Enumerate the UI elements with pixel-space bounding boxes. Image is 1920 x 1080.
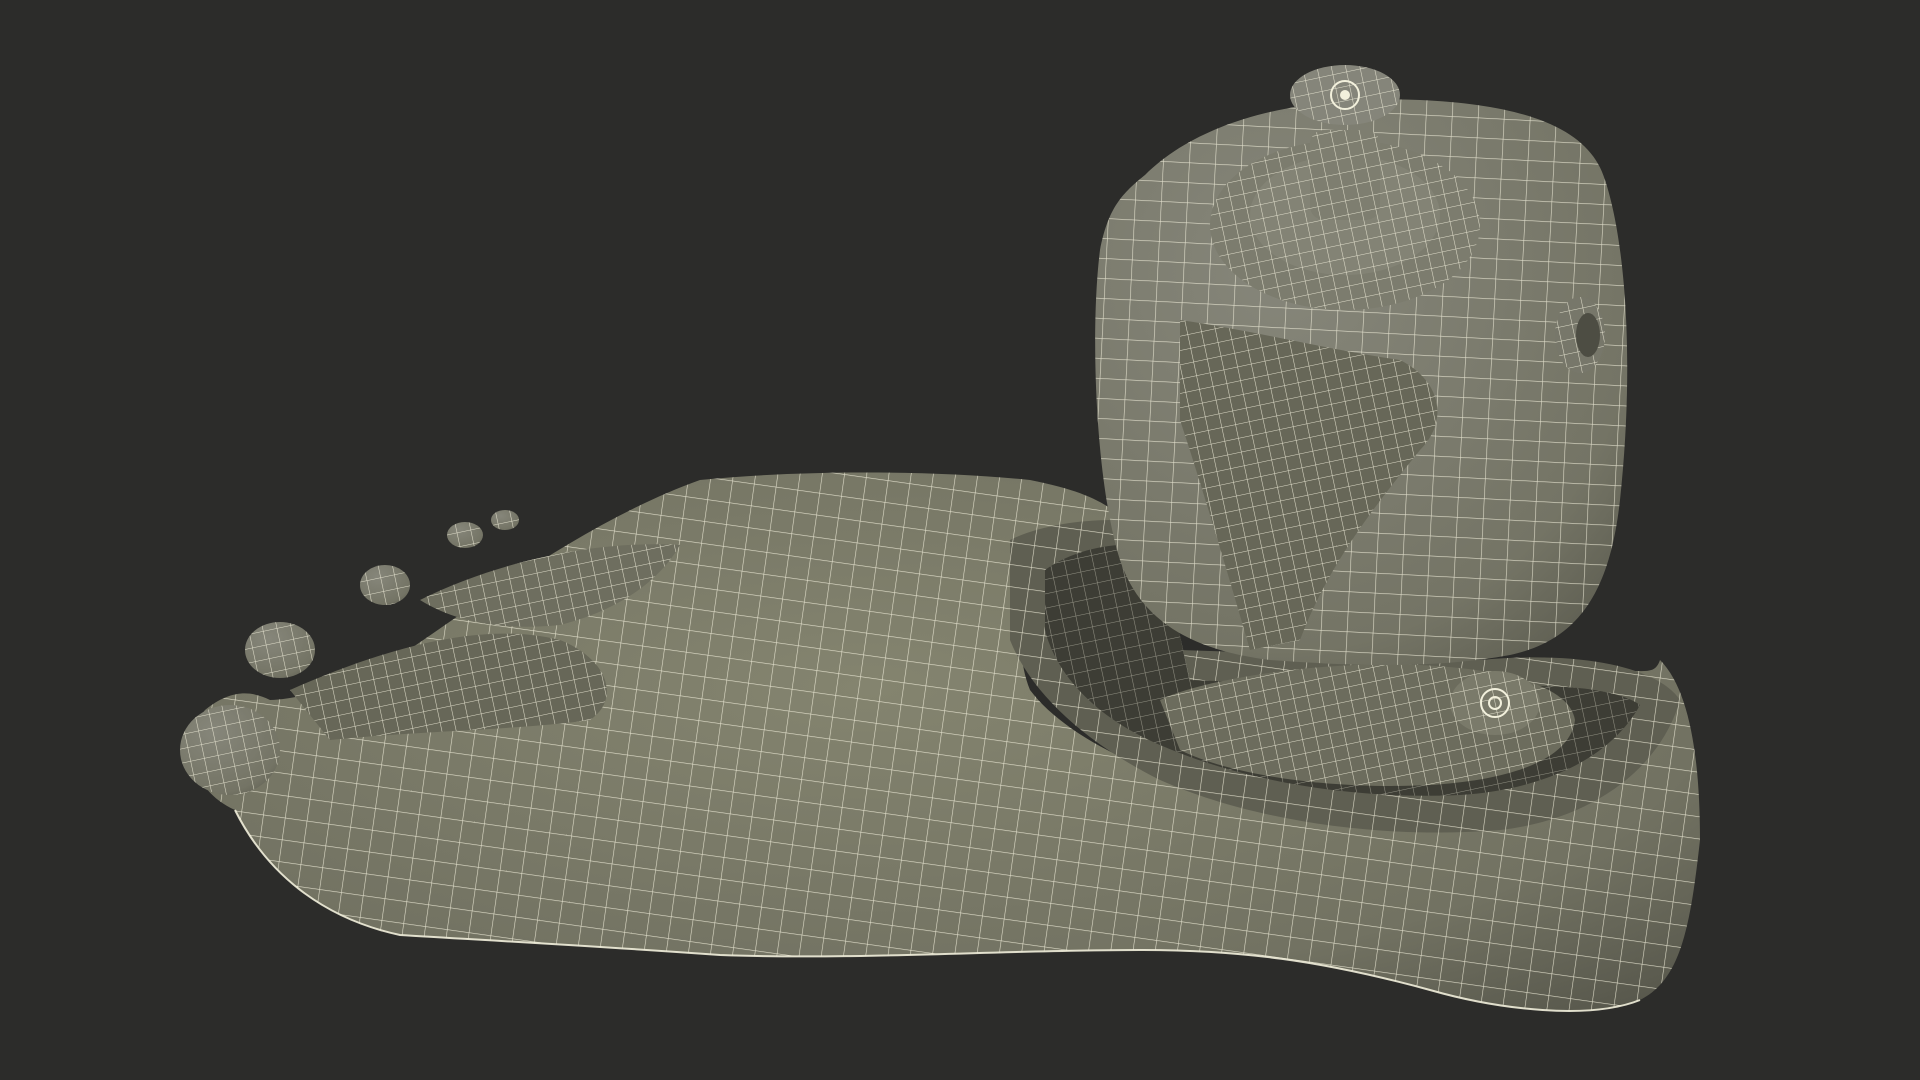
render-viewport	[0, 0, 1920, 1080]
wireframe-render	[180, 65, 1700, 1012]
pylon-adapter	[1095, 65, 1628, 665]
